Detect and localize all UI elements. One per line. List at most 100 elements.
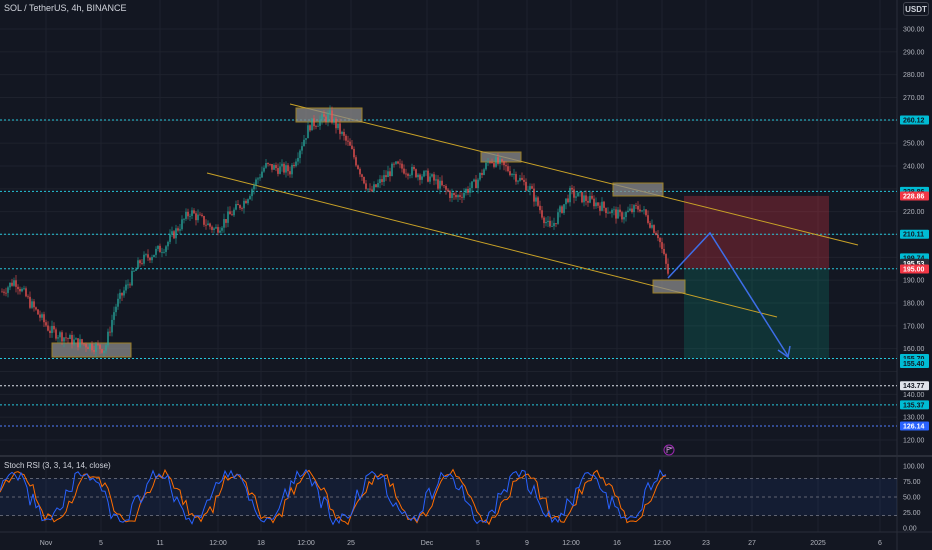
candle-body: [195, 213, 197, 221]
time-tick: 27: [748, 540, 756, 547]
candle-body: [545, 221, 547, 224]
candle-body: [391, 163, 393, 177]
candle-body: [481, 172, 483, 175]
pivot-boxes[interactable]: [51, 107, 686, 358]
time-tick: 25: [347, 540, 355, 547]
pivot-box[interactable]: [295, 107, 363, 123]
candle-body: [245, 200, 247, 204]
candle-body: [473, 179, 475, 182]
candle-body: [47, 325, 49, 331]
candle-body: [307, 125, 309, 139]
candle-body: [453, 193, 455, 195]
candle-body: [247, 199, 249, 204]
pivot-box[interactable]: [612, 182, 664, 197]
candle-body: [319, 119, 321, 126]
candle-body: [85, 344, 87, 348]
candle-body: [19, 289, 21, 292]
candle-body: [215, 227, 217, 229]
flag-icon[interactable]: [663, 444, 675, 456]
candle-body: [551, 226, 553, 227]
candle-body: [585, 195, 587, 201]
candle-body: [623, 217, 625, 220]
candle-body: [365, 183, 367, 189]
candle-body: [191, 210, 193, 216]
candle-body: [567, 198, 569, 203]
candle-body: [143, 254, 145, 264]
candle-body: [33, 301, 35, 308]
candle-body: [99, 344, 101, 350]
candle-body: [3, 291, 5, 293]
candle-body: [265, 162, 267, 168]
event-marker[interactable]: [663, 444, 675, 456]
candle-body: [353, 149, 355, 158]
candle-body: [165, 246, 167, 252]
candle-body: [409, 175, 411, 177]
candle-body: [649, 222, 651, 228]
candle-body: [641, 210, 643, 212]
candle-body: [203, 216, 205, 225]
candle-body: [647, 215, 649, 223]
price-tick: 190.00: [903, 278, 925, 285]
pivot-box[interactable]: [652, 279, 686, 294]
candle-body: [573, 189, 575, 198]
price-tag-label: 228.86: [903, 194, 925, 201]
candle-body: [439, 180, 441, 189]
channel-upper-line[interactable]: [289, 103, 859, 246]
candle-body: [113, 312, 115, 320]
candle-body: [291, 164, 293, 175]
candle-body: [609, 212, 611, 214]
time-tick: 16: [613, 540, 621, 547]
candle-body: [93, 350, 95, 352]
candle-body: [127, 284, 129, 286]
time-tick: 12:00: [209, 540, 227, 547]
candle-body: [117, 298, 119, 307]
indicator-title[interactable]: Stoch RSI (3, 3, 14, 14, close): [4, 461, 111, 470]
candle-body: [537, 197, 539, 206]
candle-body: [267, 162, 269, 164]
candle-body: [159, 245, 161, 253]
candle-body: [1, 291, 3, 293]
candle-body: [253, 185, 255, 190]
candle-body: [643, 209, 645, 211]
candle-body: [199, 214, 201, 216]
candle-body: [43, 314, 45, 323]
candle-body: [243, 200, 245, 209]
candle-body: [465, 189, 467, 193]
candle-body: [55, 329, 57, 339]
candle-body: [305, 138, 307, 140]
candle-body: [617, 209, 619, 219]
candle-body: [155, 248, 157, 255]
time-axis[interactable]: Nov 5 11 12:00 18 12:00 25 Dec 5 9 12:00 16 12:00 23 2…: [40, 540, 882, 547]
candle-body: [41, 314, 43, 318]
trading-chart[interactable]: 300.00290.00280.00270.00250.00240.00220.…: [0, 0, 932, 550]
candle-body: [13, 280, 15, 286]
candle-body: [591, 195, 593, 199]
pivot-box[interactable]: [480, 151, 522, 163]
candle-body: [73, 339, 75, 345]
candle-body: [67, 338, 69, 340]
candle-body: [605, 207, 607, 214]
candle-body: [153, 254, 155, 258]
candle-body: [83, 343, 85, 345]
symbol-title[interactable]: SOL / TetherUS, 4h, BINANCE: [4, 3, 127, 13]
candle-body: [261, 171, 263, 178]
candle-body: [349, 141, 351, 146]
candle-body: [183, 218, 185, 220]
candle-body: [271, 163, 273, 170]
candle-body: [421, 176, 423, 180]
candle-body: [289, 171, 291, 175]
stoch-tick: 25.00: [903, 510, 921, 517]
currency-button[interactable]: USDT: [903, 2, 929, 16]
candle-body: [27, 296, 29, 298]
time-tick: 5: [476, 540, 480, 547]
candle-body: [121, 292, 123, 296]
candle-body: [313, 118, 315, 127]
candle-body: [163, 251, 165, 253]
candle-body: [359, 168, 361, 175]
candle-body: [373, 184, 375, 192]
time-tick: 11: [156, 540, 163, 547]
candle-body: [45, 322, 47, 326]
candle-body: [445, 186, 447, 190]
candle-body: [461, 196, 463, 198]
candle-body: [63, 337, 65, 342]
